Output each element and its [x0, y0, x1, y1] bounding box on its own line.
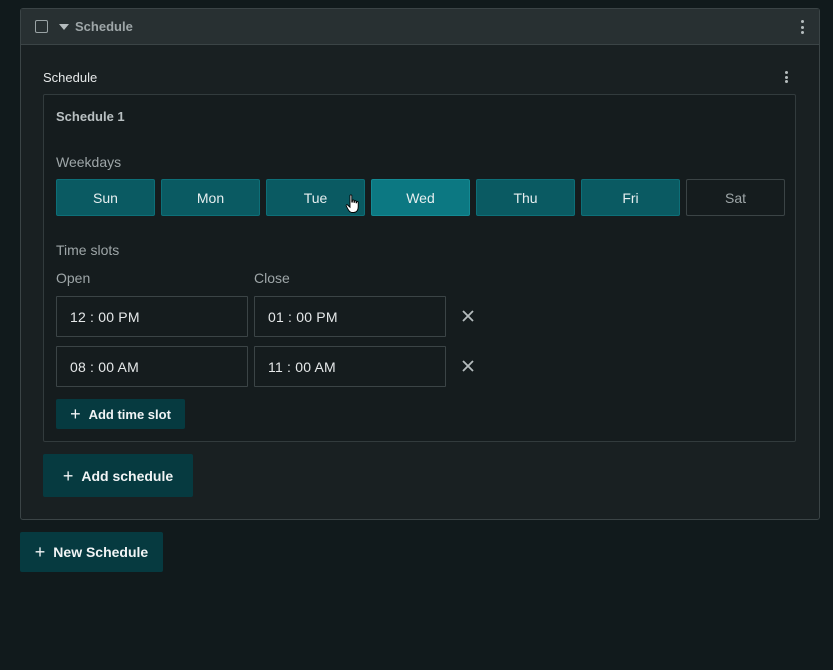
add-time-slot-button[interactable]: + Add time slot — [56, 399, 185, 429]
section-menu-kebab-icon[interactable] — [784, 71, 788, 83]
close-column-label: Close — [254, 270, 290, 286]
panel-menu-kebab-icon[interactable] — [800, 20, 804, 34]
new-schedule-button[interactable]: + New Schedule — [20, 532, 163, 572]
close-icon[interactable] — [460, 308, 476, 324]
new-schedule-label: New Schedule — [53, 544, 149, 560]
schedule-card: Schedule 1 Weekdays Sun Mon Tue Wed Thu … — [43, 94, 796, 442]
weekdays-label: Weekdays — [56, 154, 122, 170]
day-toggle-fri[interactable]: Fri — [581, 179, 680, 216]
panel-header: Schedule — [21, 9, 819, 45]
plus-icon: + — [62, 465, 74, 486]
open-time-input[interactable]: 08 : 00 AM — [56, 346, 248, 387]
day-toggle-mon[interactable]: Mon — [161, 179, 260, 216]
close-time-input[interactable]: 01 : 00 PM — [254, 296, 446, 337]
close-icon[interactable] — [460, 358, 476, 374]
day-toggle-sun[interactable]: Sun — [56, 179, 155, 216]
time-slots-label: Time slots — [56, 242, 120, 258]
open-time-input[interactable]: 12 : 00 PM — [56, 296, 248, 337]
plus-icon: + — [34, 542, 46, 562]
day-toggle-wed[interactable]: Wed — [371, 179, 470, 216]
add-schedule-label: Add schedule — [81, 467, 174, 484]
close-time-input[interactable]: 11 : 00 AM — [254, 346, 446, 387]
schedule-card-title: Schedule 1 — [56, 109, 125, 124]
plus-icon: + — [70, 404, 81, 424]
schedule-panel: Schedule Schedule Schedule 1 Weekdays Su… — [20, 8, 820, 520]
section-title: Schedule — [43, 70, 98, 85]
open-column-label: Open — [56, 270, 91, 286]
day-toggle-thu[interactable]: Thu — [476, 179, 575, 216]
weekday-selector: Sun Mon Tue Wed Thu Fri Sat — [56, 179, 785, 216]
caret-down-icon[interactable] — [59, 24, 69, 30]
panel-select-checkbox[interactable] — [35, 20, 48, 33]
add-schedule-button[interactable]: + Add schedule — [43, 454, 193, 497]
panel-title: Schedule — [75, 19, 133, 34]
day-toggle-sat[interactable]: Sat — [686, 179, 785, 216]
hand-pointer-cursor-icon — [345, 194, 359, 213]
add-time-slot-label: Add time slot — [88, 406, 171, 422]
